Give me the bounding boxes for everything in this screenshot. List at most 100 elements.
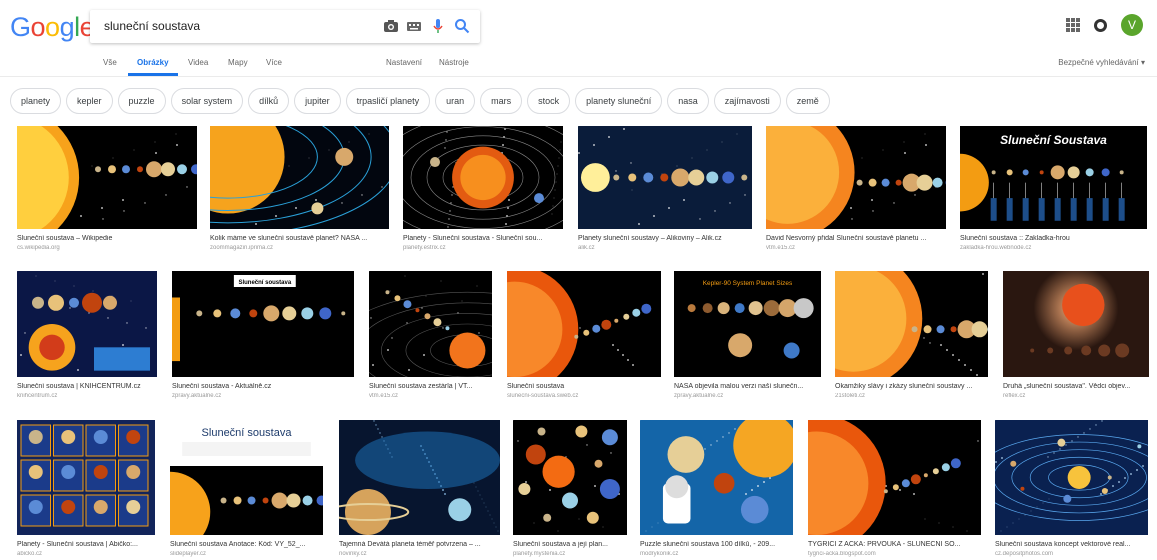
result-title[interactable]: Sluneční soustava: [507, 383, 661, 390]
tab-more[interactable]: Více: [266, 58, 282, 67]
chip[interactable]: trpasličí planety: [345, 88, 431, 114]
result-thumbnail[interactable]: [507, 271, 661, 377]
svg-text:Kepler-90 System Planet Sizes: Kepler-90 System Planet Sizes: [703, 280, 793, 287]
result-thumbnail[interactable]: [995, 420, 1148, 535]
chip[interactable]: jupiter: [294, 88, 341, 114]
image-result[interactable]: Kepler-90 System Planet Sizes NASA objevi…: [674, 271, 821, 399]
chip[interactable]: uran: [435, 88, 476, 114]
result-title[interactable]: Kolik máme ve sluneční soustavě planet? …: [210, 235, 389, 242]
result-title[interactable]: Planety sluneční soustavy – Alikoviny – …: [578, 235, 752, 242]
result-title[interactable]: Sluneční soustava koncept vektorové real…: [995, 541, 1148, 548]
search-box[interactable]: sluneční soustava: [90, 10, 480, 43]
tab-maps[interactable]: Mapy: [228, 58, 248, 67]
result-thumbnail[interactable]: [835, 271, 988, 377]
result-title[interactable]: Sluneční soustava Anotace: Kód: VY_52_..…: [170, 541, 323, 548]
result-title[interactable]: Sluneční soustava – Wikipedie: [17, 235, 197, 242]
result-thumbnail[interactable]: [17, 271, 157, 377]
tools-link[interactable]: Nástroje: [439, 58, 469, 67]
result-source: reflex.cz: [1003, 393, 1026, 399]
result-thumbnail[interactable]: [578, 126, 752, 229]
result-source: zpravy.aktualne.cz: [172, 393, 222, 399]
image-result[interactable]: Sluneční soustava a její plan... planety.…: [513, 420, 627, 557]
result-thumbnail[interactable]: [369, 271, 492, 377]
result-thumbnail[interactable]: [210, 126, 389, 229]
image-result[interactable]: Kolik máme ve sluneční soustavě planet? …: [210, 126, 389, 251]
result-title[interactable]: Sluneční soustava | KNIHCENTRUM.cz: [17, 383, 157, 390]
result-thumbnail[interactable]: [766, 126, 946, 229]
result-thumbnail[interactable]: [1003, 271, 1149, 377]
image-result[interactable]: Planety - Sluneční soustava | Abičko:...…: [17, 420, 155, 557]
image-result[interactable]: Sluneční SoustavaSluneční soustava :: Za…: [960, 126, 1147, 251]
image-result[interactable]: TYGŘÍCI Z AČKA: PRVOUKA - SLUNEČNÍ SO...…: [808, 420, 981, 557]
image-result[interactable]: Planety - Sluneční soustava - Sluneční s…: [403, 126, 563, 251]
result-source: vtm.e15.cz: [369, 393, 399, 399]
result-title[interactable]: Sluneční soustava a její plan...: [513, 541, 627, 548]
safe-search-dropdown[interactable]: Bezpečné vyhledávání ▾: [1058, 58, 1145, 67]
keyboard-icon[interactable]: [406, 18, 422, 34]
divider: [0, 76, 1157, 77]
result-thumbnail[interactable]: [17, 420, 155, 535]
image-result[interactable]: Planety sluneční soustavy – Alikoviny – …: [578, 126, 752, 251]
logo-letter: g: [59, 12, 75, 42]
result-thumbnail[interactable]: [808, 420, 981, 535]
result-title[interactable]: NASA objevila malou verzi naší slunečn..…: [674, 383, 821, 390]
microphone-icon[interactable]: [430, 18, 446, 34]
result-thumbnail[interactable]: [17, 126, 197, 229]
image-result[interactable]: Sluneční soustava koncept vektorové real…: [995, 420, 1148, 557]
result-title[interactable]: TYGŘÍCI Z AČKA: PRVOUKA - SLUNEČNÍ SO...: [808, 541, 981, 548]
tab-images[interactable]: Obrázky: [137, 58, 169, 67]
image-result[interactable]: Sluneční soustava Sluneční soustava Anota…: [170, 420, 323, 557]
tab-videos[interactable]: Videa: [188, 58, 208, 67]
chip[interactable]: zajímavosti: [713, 88, 781, 114]
image-result[interactable]: Sluneční soustava Sluneční soustava - Akt…: [172, 271, 354, 399]
result-thumbnail[interactable]: Sluneční soustava: [172, 271, 354, 377]
search-icon[interactable]: [454, 18, 470, 34]
result-thumbnail[interactable]: Sluneční soustava: [170, 420, 323, 535]
notifications-icon[interactable]: [1094, 18, 1107, 32]
result-title[interactable]: Sluneční soustava - Aktuálně.cz: [172, 383, 354, 390]
chip[interactable]: mars: [480, 88, 523, 114]
result-title[interactable]: Tajemná Devátá planeta téměř potvrzena –…: [339, 541, 500, 548]
result-thumbnail[interactable]: Sluneční Soustava: [960, 126, 1147, 229]
result-title[interactable]: Druhá „sluneční soustava". Vědci objev..…: [1003, 383, 1149, 390]
camera-icon[interactable]: [383, 18, 399, 34]
chip[interactable]: solar system: [170, 88, 244, 114]
image-result[interactable]: Sluneční soustava – Wikipedie cs.wikipedi…: [17, 126, 197, 251]
result-thumbnail[interactable]: [640, 420, 793, 535]
image-result[interactable]: Okamžiky slávy i zkázy sluneční soustavy…: [835, 271, 988, 399]
chip[interactable]: puzzle: [117, 88, 166, 114]
result-title[interactable]: Puzzle sluneční soustava 100 dílků, - 20…: [640, 541, 793, 548]
settings-link[interactable]: Nastavení: [386, 58, 422, 67]
chip[interactable]: stock: [527, 88, 571, 114]
search-input[interactable]: sluneční soustava: [104, 19, 200, 33]
related-chips: planety kepler puzzle solar system dílků…: [10, 88, 830, 114]
image-result[interactable]: Sluneční soustava | KNIHCENTRUM.cz knihce…: [17, 271, 157, 399]
result-title[interactable]: Sluneční soustava zestárla | VT...: [369, 383, 492, 390]
result-title[interactable]: Planety - Sluneční soustava | Abičko:...: [17, 541, 155, 548]
apps-grid-icon[interactable]: [1066, 18, 1080, 32]
result-thumbnail[interactable]: [513, 420, 627, 535]
chip[interactable]: planety: [10, 88, 62, 114]
chip[interactable]: planety sluneční: [575, 88, 663, 114]
image-result[interactable]: Puzzle sluneční soustava 100 dílků, - 20…: [640, 420, 793, 557]
result-title[interactable]: Planety - Sluneční soustava - Sluneční s…: [403, 235, 563, 242]
result-source: zpravy.aktualne.cz: [674, 393, 724, 399]
avatar[interactable]: V: [1121, 14, 1143, 36]
result-title[interactable]: Okamžiky slávy i zkázy sluneční soustavy…: [835, 383, 988, 390]
image-result[interactable]: Sluneční soustava zestárla | VT... vtm.e1…: [369, 271, 492, 399]
result-thumbnail[interactable]: [339, 420, 500, 535]
chip[interactable]: země: [785, 88, 830, 114]
chip[interactable]: kepler: [66, 88, 113, 114]
tab-all[interactable]: Vše: [103, 58, 117, 67]
chip[interactable]: dílků: [248, 88, 290, 114]
result-title[interactable]: Sluneční soustava :: Zakladka-hrou: [960, 235, 1147, 242]
google-logo[interactable]: Google: [10, 12, 95, 43]
image-result[interactable]: Sluneční soustava slunecni-soustava.sweb.…: [507, 271, 661, 399]
image-result[interactable]: Druhá „sluneční soustava". Vědci objev..…: [1003, 271, 1149, 399]
chip[interactable]: nasa: [667, 88, 709, 114]
image-result[interactable]: Tajemná Devátá planeta téměř potvrzena –…: [339, 420, 500, 557]
result-title[interactable]: David Nesvorný přidal Sluneční soustavě …: [766, 235, 946, 242]
result-thumbnail[interactable]: [403, 126, 563, 229]
result-thumbnail[interactable]: Kepler-90 System Planet Sizes: [674, 271, 821, 377]
image-result[interactable]: David Nesvorný přidal Sluneční soustavě …: [766, 126, 946, 251]
